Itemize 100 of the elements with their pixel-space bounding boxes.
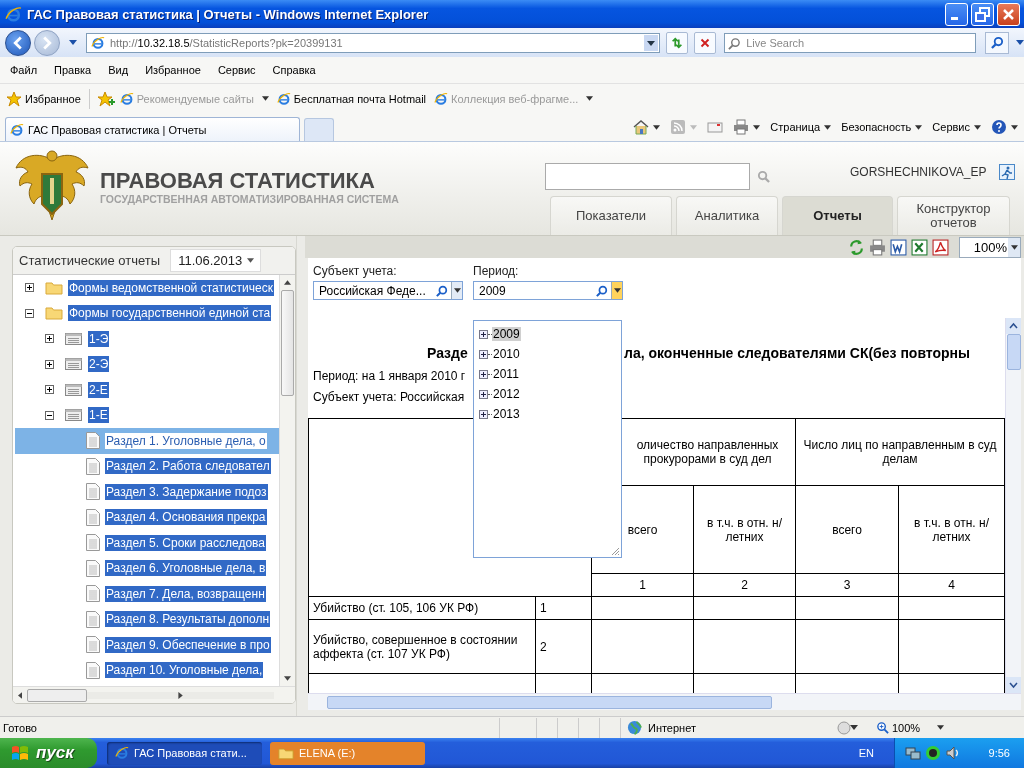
command-menu[interactable]: Сервис [932,121,981,133]
stop-button[interactable] [694,31,717,54]
command-menu[interactable]: Страница [770,121,832,133]
dropdown-icon[interactable] [653,124,661,130]
filter-combo[interactable]: Российская Феде... [313,281,463,300]
filter-combo[interactable]: 2009 [473,281,623,300]
search-icon[interactable] [596,284,608,297]
mail-icon[interactable] [707,119,724,135]
home-icon[interactable] [633,119,650,135]
nav-tab[interactable]: Конструктор отчетов [897,196,1010,235]
arrow-left-icon[interactable] [18,691,22,699]
browser-tab[interactable]: ГАС Правовая статистика | Отчеты [5,117,300,141]
menu-item[interactable]: Справка [265,64,323,76]
tree-item[interactable]: Раздел 5. Сроки расследова [105,534,266,551]
vertical-scrollbar[interactable] [279,275,296,686]
command-menu[interactable]: Безопасность [841,121,923,133]
language-indicator[interactable]: EN [858,747,874,759]
start-button[interactable]: пуск [0,738,97,768]
nav-tab[interactable]: Показатели [550,196,672,235]
scroll-thumb[interactable] [327,695,772,709]
back-button[interactable] [5,29,31,56]
word-document-icon[interactable] [889,238,907,256]
collapse-icon[interactable] [45,410,54,420]
tree-item[interactable]: Раздел 3. Задержание подоз [105,483,268,500]
dropdown-icon[interactable] [1011,124,1018,130]
address-field[interactable]: http://10.32.18.5/StatisticReports?pk=20399131 [86,32,661,53]
print-icon[interactable] [733,119,750,135]
zoom-control[interactable]: 100% [875,721,945,734]
protected-mode-icon[interactable] [835,719,858,736]
arrow-up-icon[interactable] [1006,318,1021,334]
expand-icon[interactable] [479,409,488,419]
favorites-button[interactable]: Избранное [6,90,81,107]
speaker-icon[interactable] [945,745,961,761]
arrow-down-icon[interactable] [284,676,292,681]
tree-item[interactable]: 2-Э [88,356,110,373]
dropdown-icon[interactable] [69,40,77,45]
period-option[interactable]: 2012 [492,387,521,401]
tree-item[interactable]: Раздел 8. Результаты дополн [105,611,271,628]
menu-item[interactable]: Вид [101,64,136,76]
menu-item[interactable]: Сервис [210,64,263,76]
vertical-scrollbar[interactable] [1005,318,1021,693]
menu-item[interactable]: Избранное [138,64,208,76]
caret-icon[interactable] [453,288,461,293]
collapse-icon[interactable] [25,308,34,318]
shield-icon[interactable] [925,745,941,761]
tree-item[interactable]: Раздел 6. Уголовные дела, в [105,560,267,577]
scroll-thumb[interactable] [27,688,87,702]
nav-tab[interactable]: Аналитика [676,196,778,235]
search-button[interactable] [985,31,1009,54]
tree-item[interactable]: Раздел 7. Дела, возвращенн [105,585,266,602]
taskbar-button[interactable]: ГАС Правовая стати... [107,741,262,765]
horizontal-scrollbar[interactable] [13,686,296,703]
expand-icon[interactable] [25,283,34,293]
search-field[interactable] [545,163,750,190]
expand-icon[interactable] [479,389,488,399]
date-dropdown[interactable]: 11.06.2013 [170,249,262,272]
expand-icon[interactable] [45,359,54,369]
dropdown-icon[interactable] [1016,40,1024,45]
period-option[interactable]: 2009 [492,327,521,341]
horizontal-scrollbar[interactable] [308,693,1021,710]
tree-item[interactable]: Раздел 9. Обеспечение в про [105,636,271,653]
spreadsheet-icon[interactable] [910,238,928,256]
tree-item[interactable]: 1-Е [88,407,109,424]
refresh-icon[interactable] [847,238,865,256]
scroll-thumb[interactable] [281,290,295,396]
period-option[interactable]: 2010 [492,347,521,361]
expand-icon[interactable] [479,349,488,359]
minimize-button[interactable] [945,2,968,26]
scroll-thumb[interactable] [1006,334,1021,370]
favorites-link[interactable]: Бесплатная почта Hotmail [293,92,427,105]
tree-item[interactable]: 1-Э [88,330,110,347]
pdf-icon[interactable] [931,238,949,256]
menu-item[interactable]: Правка [47,64,99,76]
dropdown-icon[interactable] [644,34,659,51]
refresh-button[interactable] [666,31,689,54]
menu-item[interactable]: Файл [3,64,45,76]
help-icon[interactable] [991,119,1007,135]
add-favorite-icon[interactable] [97,90,116,107]
tree-item[interactable]: Раздел 1. Уголовные дела, о [105,432,267,449]
print-icon[interactable] [868,238,886,256]
zoom-dropdown[interactable]: 100% [958,236,1021,258]
tree-item[interactable]: 2-Е [88,381,109,398]
tree-item[interactable]: Раздел 10. Уголовные дела, [105,662,264,679]
close-button[interactable] [997,2,1020,26]
tree-item[interactable]: Формы ведомственной статистическ [68,279,274,296]
expand-icon[interactable] [479,329,488,339]
expand-icon[interactable] [45,385,54,395]
nav-tab[interactable]: Отчеты [782,196,893,235]
arrow-up-icon[interactable] [284,280,292,285]
maximize-button[interactable] [971,2,994,26]
resize-grip-icon[interactable] [610,546,620,556]
caret-icon[interactable] [613,288,621,293]
expand-icon[interactable] [45,334,54,344]
tree-item[interactable]: Раздел 2. Работа следовател [105,458,271,475]
period-option[interactable]: 2013 [492,407,521,421]
arrow-down-icon[interactable] [1006,677,1021,693]
search-field[interactable]: Live Search [724,32,977,53]
tree-item[interactable]: Формы государственной единой ста [68,305,272,322]
dropdown-icon[interactable] [753,124,761,130]
logout-icon[interactable] [999,164,1016,180]
